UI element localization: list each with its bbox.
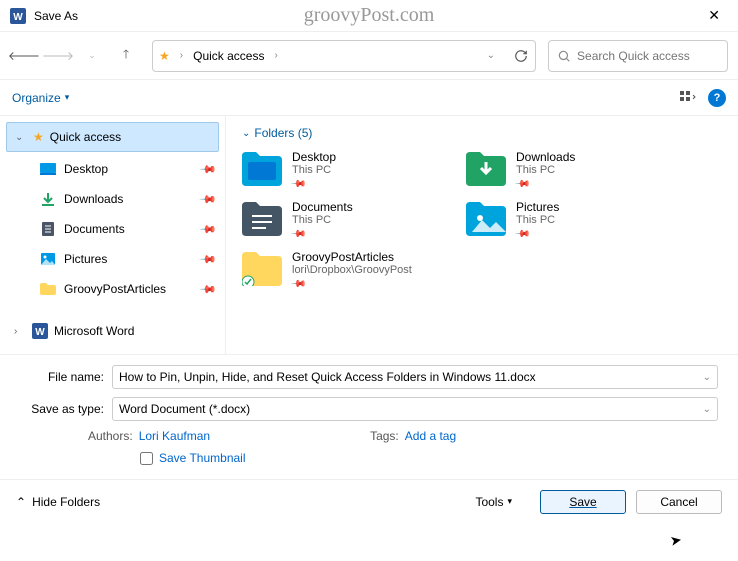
pin-icon: 📌: [514, 176, 531, 193]
sidebar-label: Quick access: [50, 130, 121, 144]
folder-desktop[interactable]: DesktopThis PC📌: [242, 150, 442, 190]
view-options[interactable]: [674, 84, 702, 112]
star-icon: ★: [159, 49, 170, 63]
filename-label: File name:: [20, 370, 112, 384]
word-icon: W: [32, 323, 48, 339]
folder-groovypost[interactable]: GroovyPostArticleslori\Dropbox\GroovyPos…: [242, 250, 442, 290]
folder-documents[interactable]: DocumentsThis PC📌: [242, 200, 442, 240]
titlebar: W Save As ✕: [0, 0, 738, 32]
savetype-select[interactable]: Word Document (*.docx) ⌄: [112, 397, 718, 421]
sidebar-item-documents[interactable]: Documents 📌: [0, 214, 225, 244]
downloads-folder-icon: [466, 150, 506, 186]
chevron-down-icon[interactable]: ⌄: [703, 372, 711, 383]
tools-menu[interactable]: Tools▾: [475, 495, 512, 509]
help-button[interactable]: ?: [708, 89, 726, 107]
folders-section-header[interactable]: ⌄ Folders (5): [242, 126, 722, 140]
authors-value[interactable]: Lori Kaufman: [139, 429, 210, 443]
pin-icon: 📌: [199, 280, 218, 299]
close-button[interactable]: ✕: [700, 3, 728, 28]
window-title: Save As: [34, 9, 700, 23]
download-icon: [40, 191, 56, 207]
toolbar: Organize▾ ?: [0, 80, 738, 116]
up-button[interactable]: 🡑: [112, 42, 140, 70]
save-thumbnail-label: Save Thumbnail: [159, 451, 246, 465]
collapse-icon[interactable]: ⌄: [15, 132, 27, 143]
savetype-label: Save as type:: [20, 402, 112, 416]
chevron-right-icon: ›: [270, 50, 281, 61]
folder-downloads[interactable]: DownloadsThis PC📌: [466, 150, 666, 190]
star-icon: ★: [33, 130, 44, 144]
pin-icon: 📌: [199, 250, 218, 269]
folder-icon: [40, 281, 56, 297]
documents-folder-icon: [242, 200, 282, 236]
save-thumbnail-checkbox[interactable]: [140, 452, 153, 465]
authors-label: Authors:: [88, 429, 133, 443]
document-icon: [40, 221, 56, 237]
svg-text:W: W: [35, 327, 45, 338]
sidebar-item-desktop[interactable]: Desktop 📌: [0, 154, 225, 184]
sidebar-quick-access[interactable]: ⌄ ★ Quick access: [6, 122, 219, 152]
save-form: File name: How to Pin, Unpin, Hide, and …: [0, 354, 738, 479]
save-button[interactable]: Save: [540, 490, 626, 514]
search-input[interactable]: [577, 49, 719, 63]
svg-text:W: W: [13, 12, 23, 23]
forward-button[interactable]: 🡒: [44, 42, 72, 70]
cursor-icon: ➤: [669, 531, 684, 550]
folder-pictures[interactable]: PicturesThis PC📌: [466, 200, 666, 240]
desktop-folder-icon: [242, 150, 282, 186]
back-button[interactable]: 🡐: [10, 42, 38, 70]
organize-menu[interactable]: Organize▾: [12, 91, 69, 105]
footer: ⌃ Hide Folders Tools▾ Save Cancel: [0, 479, 738, 523]
sidebar-item-downloads[interactable]: Downloads 📌: [0, 184, 225, 214]
pin-icon: 📌: [199, 190, 218, 209]
pin-icon: 📌: [290, 226, 307, 243]
chevron-down-icon[interactable]: ⌄: [703, 404, 711, 415]
pin-icon: 📌: [290, 176, 307, 193]
pin-icon: 📌: [514, 226, 531, 243]
sidebar-item-groovypost[interactable]: GroovyPostArticles 📌: [0, 274, 225, 304]
recent-dropdown[interactable]: ⌄: [78, 42, 106, 70]
filename-input[interactable]: How to Pin, Unpin, Hide, and Reset Quick…: [112, 365, 718, 389]
breadcrumb-bar[interactable]: ★ › Quick access › ⌄: [152, 40, 536, 72]
cancel-button[interactable]: Cancel: [636, 490, 722, 514]
pictures-icon: [40, 251, 56, 267]
expand-icon[interactable]: ›: [14, 326, 26, 337]
search-icon: [557, 48, 571, 64]
breadcrumb-location[interactable]: Quick access: [193, 49, 264, 63]
tags-label: Tags:: [370, 429, 399, 443]
sidebar-microsoft-word[interactable]: › W Microsoft Word: [0, 316, 225, 346]
pin-icon: 📌: [199, 220, 218, 239]
pin-icon: 📌: [199, 160, 218, 179]
nav-row: 🡐 🡒 ⌄ 🡑 ★ › Quick access › ⌄: [0, 32, 738, 80]
sidebar-item-pictures[interactable]: Pictures 📌: [0, 244, 225, 274]
refresh-icon[interactable]: [513, 48, 529, 64]
folder-icon: [242, 250, 282, 286]
content-pane: ⌄ Folders (5) DesktopThis PC📌 DownloadsT…: [226, 116, 738, 354]
word-app-icon: W: [10, 8, 26, 24]
chevron-down-icon: ⌄: [242, 128, 250, 139]
chevron-right-icon: ›: [176, 50, 187, 61]
search-box[interactable]: [548, 40, 728, 72]
history-dropdown-icon[interactable]: ⌄: [483, 50, 499, 61]
hide-folders-toggle[interactable]: ⌃ Hide Folders: [16, 495, 100, 509]
pictures-folder-icon: [466, 200, 506, 236]
sidebar: ⌄ ★ Quick access Desktop 📌 Downloads 📌 D…: [0, 116, 226, 354]
sidebar-label: Microsoft Word: [54, 324, 134, 338]
chevron-up-icon: ⌃: [16, 495, 26, 509]
tags-value[interactable]: Add a tag: [405, 429, 456, 443]
pin-icon: 📌: [290, 276, 307, 293]
desktop-icon: [40, 161, 56, 177]
